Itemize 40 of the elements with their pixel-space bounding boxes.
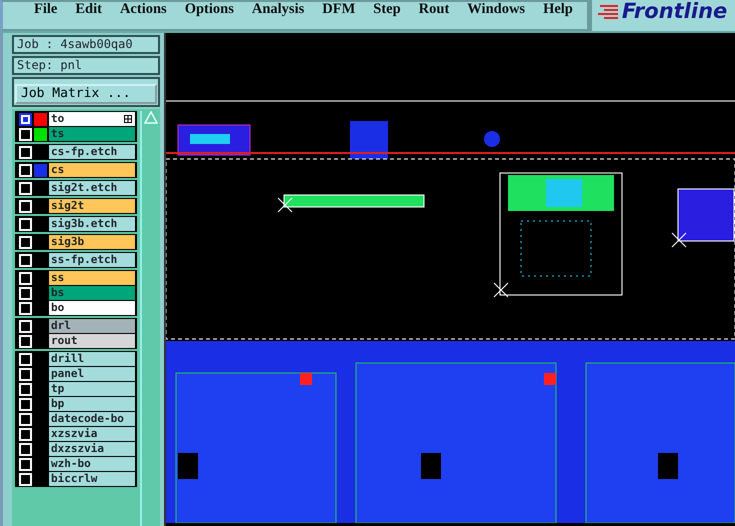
layer-name[interactable]: cs-fp.etch bbox=[49, 145, 135, 159]
layer-name[interactable]: drill bbox=[49, 352, 135, 366]
menu-item[interactable]: Edit bbox=[66, 2, 111, 17]
menu-item[interactable]: Windows bbox=[458, 2, 534, 17]
menu-item[interactable]: Rout bbox=[410, 2, 458, 17]
layer-name[interactable]: xzszvia bbox=[49, 427, 135, 441]
layer-name[interactable]: ts bbox=[49, 127, 135, 141]
menu-item[interactable]: Analysis bbox=[242, 2, 314, 17]
layer-name[interactable]: panel bbox=[49, 367, 135, 381]
layer-name[interactable]: cs bbox=[49, 163, 135, 177]
layer-checkbox[interactable] bbox=[19, 112, 32, 126]
menu-item[interactable]: Options bbox=[176, 2, 243, 17]
layer-name[interactable]: sig3b.etch bbox=[49, 217, 135, 231]
job-matrix-button[interactable]: Job Matrix ... bbox=[15, 84, 157, 104]
step-label: Step: pnl bbox=[12, 56, 160, 75]
layer-name[interactable]: wzh-bo bbox=[49, 457, 135, 471]
layer-name[interactable]: ss-fp.etch bbox=[49, 253, 135, 267]
layer-name[interactable]: to bbox=[51, 112, 64, 126]
menu-item[interactable]: File bbox=[25, 2, 66, 17]
speed-lines-icon bbox=[598, 2, 620, 20]
layer-name[interactable]: ss bbox=[49, 271, 135, 285]
layer-name[interactable]: bp bbox=[49, 397, 135, 411]
logo-text: Frontline bbox=[622, 1, 728, 22]
layer-name[interactable]: sig3b bbox=[49, 235, 135, 249]
scrollbar[interactable] bbox=[140, 111, 160, 526]
menu-item[interactable]: Step bbox=[364, 2, 410, 17]
menu-item[interactable]: Help bbox=[534, 2, 587, 17]
layer-name[interactable]: sig2t.etch bbox=[49, 181, 135, 195]
layer-name[interactable]: sig2t bbox=[49, 199, 135, 213]
menu-item[interactable]: Actions bbox=[110, 2, 176, 17]
layer-name[interactable]: bo bbox=[49, 301, 135, 315]
layer-name[interactable]: dxzszvia bbox=[49, 442, 135, 456]
layer-name[interactable]: biccrlw bbox=[49, 472, 135, 486]
layer-name[interactable]: tp bbox=[49, 382, 135, 396]
layer-name[interactable]: rout bbox=[49, 334, 135, 348]
job-label: Job : 4sawb00qa0 bbox=[12, 35, 160, 54]
layer-name[interactable]: drl bbox=[49, 319, 135, 333]
layer-name[interactable]: bs bbox=[49, 286, 135, 300]
menu-item[interactable]: DFM bbox=[313, 2, 364, 17]
layer-name[interactable]: datecode-bo bbox=[49, 412, 135, 426]
